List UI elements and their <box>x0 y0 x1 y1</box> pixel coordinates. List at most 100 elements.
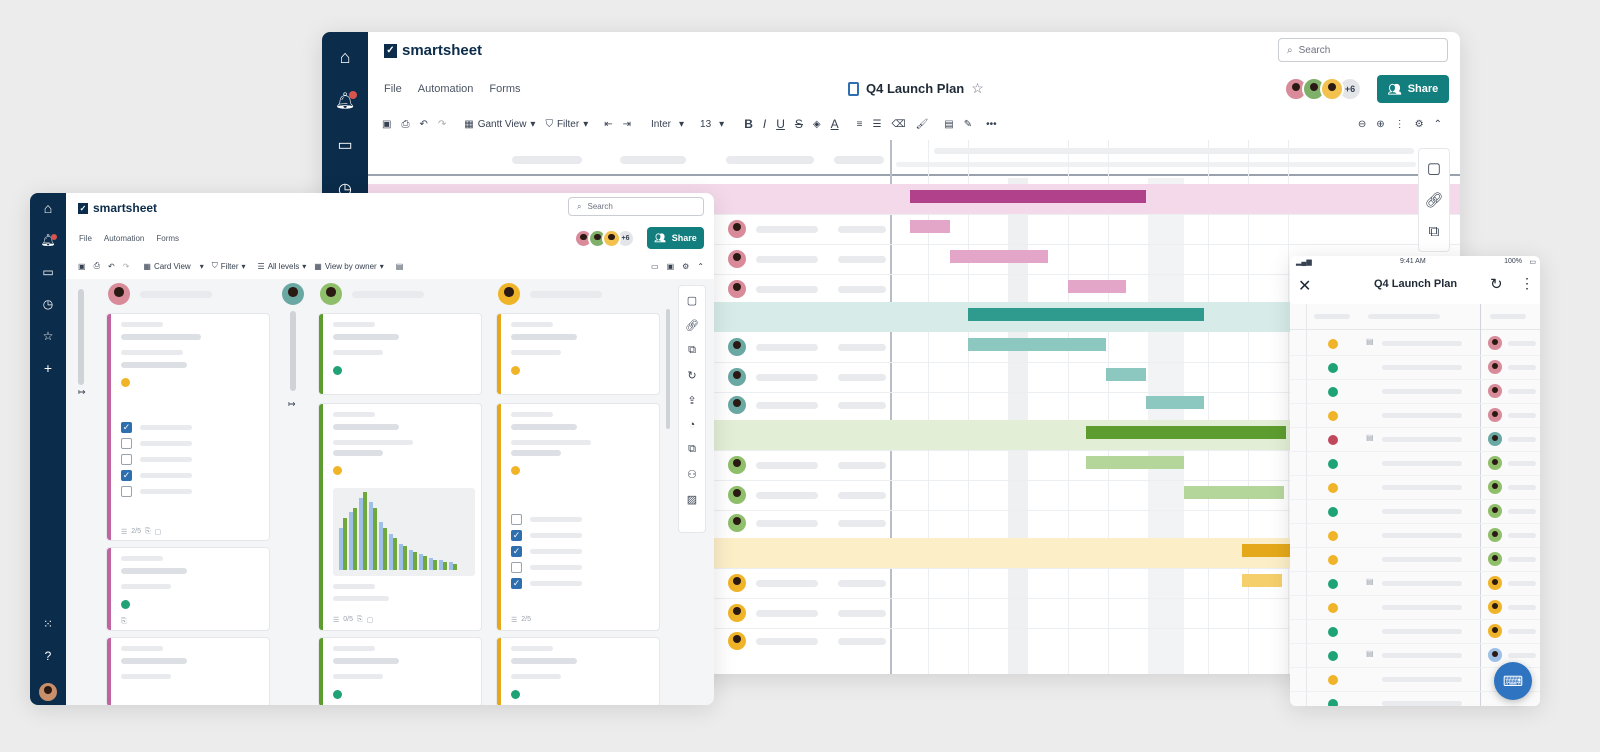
checkbox-checked[interactable]: ✓ <box>121 470 132 481</box>
checklist-item[interactable] <box>121 438 192 449</box>
share-button[interactable]: 👥︎ Share <box>647 227 704 249</box>
settings-icon[interactable]: ⚙ <box>1415 119 1424 130</box>
star-icon[interactable]: ☆ <box>36 327 60 345</box>
mobile-row[interactable] <box>1290 404 1540 428</box>
more-options-icon[interactable]: ••• <box>986 119 997 130</box>
view-selector[interactable]: ▦ Card View ▾ <box>143 262 203 271</box>
bell-icon[interactable]: 🔔︎ <box>330 88 360 114</box>
home-icon[interactable]: ⌂ <box>36 199 60 217</box>
gantt-bar-summary[interactable] <box>1086 426 1286 439</box>
publish-icon[interactable]: ⧉ <box>688 443 696 456</box>
link-icon[interactable]: 🔗︎ <box>685 319 699 332</box>
task-card[interactable] <box>496 637 660 705</box>
mobile-row[interactable] <box>1290 356 1540 380</box>
gantt-bar-summary[interactable] <box>910 190 1146 203</box>
menu-forms[interactable]: Forms <box>156 234 179 243</box>
checklist-item[interactable] <box>511 514 582 525</box>
folder-icon[interactable]: ▭ <box>36 263 60 281</box>
comment-icon[interactable]: ▢ <box>687 294 697 307</box>
board-scrollbar[interactable] <box>666 309 670 429</box>
outdent-icon[interactable]: ⇤ <box>604 119 612 130</box>
task-card[interactable]: ✓ ✓ ✓ ☰ 2/5 <box>496 403 660 631</box>
gantt-bar[interactable] <box>1146 396 1204 409</box>
attachment-icon[interactable]: ⧉ <box>688 344 696 357</box>
expand-lane-icon[interactable]: ↦ <box>288 399 296 410</box>
task-card[interactable] <box>318 637 482 705</box>
mobile-row[interactable] <box>1290 500 1540 524</box>
attachment-icon[interactable]: ⧉ <box>1429 223 1440 240</box>
checkbox-checked[interactable]: ✓ <box>121 422 132 433</box>
expand-lane-icon[interactable]: ↦ <box>78 387 86 398</box>
clock-icon[interactable]: ◷ <box>36 295 60 313</box>
checklist-item[interactable] <box>121 486 192 497</box>
lane-scrollbar[interactable] <box>290 311 296 391</box>
upload-icon[interactable]: ⇪ <box>687 394 696 407</box>
card-settings-icon[interactable]: ▤ <box>396 262 404 271</box>
eraser-icon[interactable]: ⌫ <box>891 119 905 130</box>
brand-logo[interactable]: ✓ smartsheet <box>78 201 157 215</box>
comment-icon[interactable]: ▢ <box>1427 159 1441 177</box>
redo-icon[interactable]: ↷ <box>438 119 446 130</box>
collaborator-avatars[interactable]: +6 <box>574 229 635 248</box>
collaborator-avatars[interactable]: +6 <box>1284 77 1362 101</box>
gantt-bar[interactable] <box>1106 368 1146 381</box>
lane-scrollbar[interactable] <box>78 289 84 385</box>
user-avatar[interactable] <box>36 679 60 705</box>
menu-file[interactable]: File <box>79 234 92 243</box>
mobile-row[interactable] <box>1290 524 1540 548</box>
menu-automation[interactable]: Automation <box>104 234 144 243</box>
home-icon[interactable]: ⌂ <box>330 44 360 70</box>
indent-icon[interactable]: ⇥ <box>623 119 631 130</box>
menu-forms[interactable]: Forms <box>489 83 520 95</box>
checkbox[interactable] <box>121 454 132 465</box>
checklist-item[interactable] <box>121 454 192 465</box>
bold-button[interactable]: B <box>744 117 753 131</box>
checkbox[interactable] <box>121 486 132 497</box>
gantt-bar-summary[interactable] <box>1242 544 1292 557</box>
compact-view-icon[interactable]: ▭ <box>651 262 659 271</box>
checklist-item[interactable]: ✓ <box>121 422 192 433</box>
format-painter-icon[interactable]: 🖌︎ <box>916 119 929 130</box>
menu-file[interactable]: File <box>384 83 402 95</box>
undo-icon[interactable]: ↶ <box>419 119 427 130</box>
people-list-icon[interactable]: ⚇ <box>687 468 697 481</box>
fill-color-icon[interactable]: ◈ <box>813 119 821 130</box>
apps-grid-icon[interactable]: ⁙ <box>36 615 60 633</box>
mobile-row[interactable] <box>1290 452 1540 476</box>
task-card[interactable] <box>318 313 482 395</box>
bell-icon[interactable]: 🔔︎ <box>36 231 60 249</box>
task-card[interactable]: ☰ 0/5 ⎘ ▢ <box>318 403 482 631</box>
levels-selector[interactable]: ☰ All levels ▾ <box>258 262 307 271</box>
wrap-icon[interactable]: ☰ <box>872 119 881 130</box>
collapse-icon[interactable]: ⌃ <box>697 262 704 271</box>
undo-icon[interactable]: ↶ <box>108 262 115 271</box>
checkbox-checked[interactable]: ✓ <box>511 530 522 541</box>
save-icon[interactable]: ▣ <box>78 262 86 271</box>
keyboard-fab[interactable]: ⌨ <box>1494 662 1532 700</box>
menu-automation[interactable]: Automation <box>418 83 474 95</box>
task-card[interactable] <box>106 637 270 705</box>
settings-icon[interactable]: ⚙ <box>682 262 689 271</box>
font-size-selector[interactable]: 13 ▾ <box>700 119 724 130</box>
mobile-row[interactable] <box>1290 620 1540 644</box>
gantt-bar[interactable] <box>1086 456 1184 469</box>
checklist-item[interactable]: ✓ <box>511 578 582 589</box>
redo-icon[interactable]: ↷ <box>123 262 130 271</box>
print-icon[interactable]: ⎙ <box>401 119 409 130</box>
highlight-icon[interactable]: ✎ <box>964 119 972 130</box>
save-icon[interactable]: ▣ <box>382 119 391 130</box>
analytics-icon[interactable]: ◔ <box>689 419 696 431</box>
task-card[interactable]: ⎘ <box>106 547 270 631</box>
zoom-in-icon[interactable]: ⊕ <box>1376 119 1384 130</box>
mobile-row[interactable] <box>1290 476 1540 500</box>
checklist-item[interactable] <box>511 562 582 573</box>
checklist-item[interactable]: ✓ <box>511 546 582 557</box>
pane-divider[interactable] <box>890 140 892 674</box>
gantt-bar[interactable] <box>1068 280 1126 293</box>
card-icon[interactable]: ▤ <box>944 119 953 130</box>
collapse-icon[interactable]: ⌃ <box>1434 119 1442 130</box>
checklist-item[interactable]: ✓ <box>121 470 192 481</box>
share-button[interactable]: 👥︎ Share <box>1377 75 1449 103</box>
font-color-button[interactable]: A <box>831 117 839 131</box>
plus-icon[interactable]: + <box>36 359 60 377</box>
